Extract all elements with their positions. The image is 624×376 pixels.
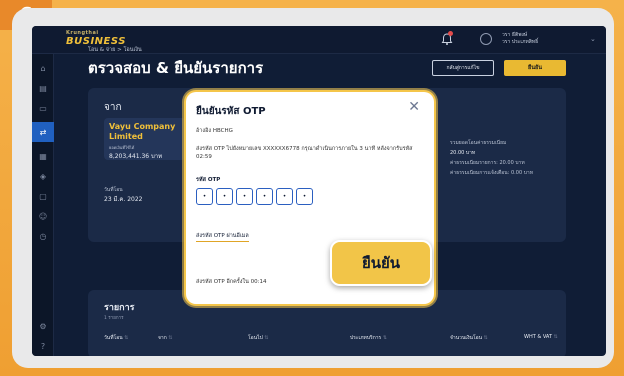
- source-account-card: Vayu Company Limited ยอดเงินที่ใช้ได้ 8,…: [104, 118, 186, 160]
- page-title: ตรวจสอบ & ยืนยันรายการ: [88, 59, 264, 77]
- notification-dot: [448, 31, 453, 36]
- otp-digit-2[interactable]: •: [216, 188, 233, 205]
- otp-confirm-button[interactable]: ยืนยัน: [330, 240, 432, 286]
- tutorial-stage: 6 Krungthai BUSINESS วรา ธีติพงษ์ วรา ปร…: [0, 0, 624, 376]
- avatar[interactable]: [480, 33, 492, 45]
- card-icon[interactable]: ▭: [32, 98, 54, 118]
- otp-digit-1[interactable]: •: [196, 188, 213, 205]
- list-title: รายการ: [104, 303, 135, 313]
- otp-label: รหัส OTP: [196, 177, 221, 183]
- list-count: 1 รายการ: [104, 316, 124, 321]
- users-icon[interactable]: ☺: [32, 206, 54, 226]
- user-role: วรา ประเภทสิทธิ์: [502, 39, 539, 45]
- help-icon[interactable]: ?: [32, 336, 54, 356]
- column-label: โอนไป: [248, 335, 263, 341]
- chevron-down-icon[interactable]: ⌄: [590, 35, 596, 43]
- user-name: วรา ธีติพงษ์: [502, 32, 528, 38]
- sidebar: ⌂ ▤ ▭ ⇄ ▦ ◈ ▢ ☺ ◷ ⚙ ?: [32, 54, 54, 356]
- user-menu[interactable]: วรา ธีติพงษ์ วรา ประเภทสิทธิ์: [502, 32, 538, 46]
- otp-reference: อ้างอิง HBCHG: [196, 128, 233, 134]
- column-label: จำนวนเงินโอน: [450, 335, 483, 341]
- date-value: 23 มี.ค. 2022: [104, 196, 143, 203]
- notify-fee-line: ค่าธรรมเนียมการแจ้งเตือน: 0.00 บาท: [450, 170, 533, 176]
- otp-digit-5[interactable]: •: [276, 188, 293, 205]
- sort-icon: ⇅: [124, 335, 129, 341]
- fee-total: 20.00 บาท: [450, 150, 476, 156]
- home-icon[interactable]: ⌂: [32, 58, 54, 78]
- balance-label: ยอดเงินที่ใช้ได้: [109, 145, 135, 150]
- column-header-amount[interactable]: จำนวนเงินโอน ⇅: [450, 334, 488, 342]
- back-to-edit-button[interactable]: กลับสู่การแก้ไข: [432, 60, 494, 76]
- column-header-to[interactable]: โอนไป ⇅: [248, 334, 269, 342]
- otp-description: ส่งรหัส OTP ไปยังหมายเลข XXXXXX6778 กรุณ…: [196, 146, 413, 160]
- transfer-icon[interactable]: ⇄: [32, 122, 54, 142]
- column-header-wht[interactable]: WHT & VAT ⇅: [524, 334, 558, 340]
- breadcrumb[interactable]: โอน & จ่าย > โอนเงิน: [88, 46, 142, 54]
- resend-countdown: ส่งรหัส OTP อีกครั้งใน 00:14: [196, 279, 267, 285]
- date-label: วันที่โอน: [104, 187, 123, 193]
- document-icon[interactable]: ▢: [32, 186, 54, 206]
- close-icon[interactable]: ✕: [408, 100, 420, 114]
- fee-total-label: รวมยอดโอนค่าธรรมเนียม: [450, 140, 507, 146]
- account-name: Vayu Company Limited: [109, 122, 176, 141]
- sort-icon: ⇅: [382, 335, 388, 341]
- fee-summary: รวมยอดโอนค่าธรรมเนียม 20.00 บาท ค่าธรรมเ…: [450, 138, 533, 178]
- wallet-icon[interactable]: ▤: [32, 78, 54, 98]
- otp-input-group: • • • • • •: [196, 188, 313, 205]
- column-header-service[interactable]: ประเภทบริการ ⇅: [350, 334, 387, 342]
- sort-icon: ⇅: [264, 335, 269, 341]
- balance-value: 8,203,441.36 บาท: [109, 153, 163, 160]
- page-confirm-button[interactable]: ยืนยัน: [504, 60, 566, 76]
- column-label: ประเภทบริการ: [350, 335, 382, 341]
- send-otp-email-link[interactable]: ส่งรหัส OTP ผ่านอีเมล: [196, 232, 249, 242]
- sort-icon: ⇅: [483, 335, 488, 341]
- otp-digit-4[interactable]: •: [256, 188, 273, 205]
- from-label: จาก: [104, 102, 122, 113]
- column-header-from[interactable]: จาก ⇅: [158, 334, 173, 342]
- column-header-date[interactable]: วันที่โอน ⇅: [104, 334, 128, 342]
- sort-icon: ⇅: [168, 335, 173, 341]
- clock-icon[interactable]: ◷: [32, 226, 54, 246]
- settings-icon[interactable]: ⚙: [32, 316, 54, 336]
- otp-digit-6[interactable]: •: [296, 188, 313, 205]
- brand-logo[interactable]: Krungthai BUSINESS: [66, 30, 126, 47]
- column-label: WHT & VAT: [524, 334, 553, 340]
- fee-line: ค่าธรรมเนียมรายการ: 20.00 บาท: [450, 160, 525, 166]
- tag-icon[interactable]: ◈: [32, 166, 54, 186]
- modal-title: ยืนยันรหัส OTP: [196, 106, 266, 117]
- column-label: วันที่โอน: [104, 335, 123, 341]
- column-label: จาก: [158, 335, 167, 341]
- otp-digit-3[interactable]: •: [236, 188, 253, 205]
- sort-icon: ⇅: [553, 334, 558, 340]
- bill-icon[interactable]: ▦: [32, 146, 54, 166]
